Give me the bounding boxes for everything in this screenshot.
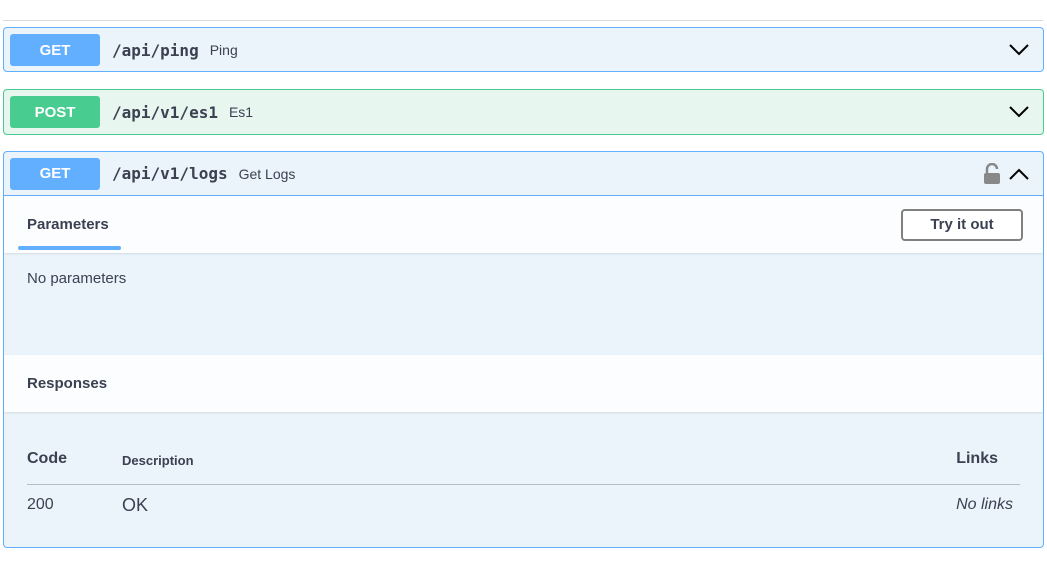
chevron-down-icon[interactable]	[1009, 106, 1029, 118]
operation-path: /api/ping	[112, 40, 199, 60]
parameters-body: No parameters	[4, 253, 1043, 355]
operation-summary: Es1	[228, 104, 254, 120]
unlock-icon[interactable]	[983, 162, 1001, 185]
tab-parameters[interactable]: Parameters	[27, 216, 109, 233]
response-description: OK	[122, 494, 149, 515]
chevron-up-icon[interactable]	[1009, 168, 1029, 180]
response-links: No links	[956, 496, 1013, 513]
active-tab-indicator	[18, 246, 121, 250]
method-badge: GET	[10, 34, 100, 66]
operation-summary: Get Logs	[238, 165, 296, 182]
method-badge: GET	[10, 157, 100, 190]
operation-path: /api/v1/logs	[112, 164, 228, 183]
header-links: Links	[956, 450, 998, 467]
divider	[3, 20, 1043, 21]
header-code: Code	[27, 450, 67, 467]
parameters-header: Parameters Try it out	[4, 196, 1043, 253]
operation-summary-bar[interactable]: GET /api/v1/logs Get Logs	[4, 152, 1043, 196]
response-code: 200	[27, 496, 54, 513]
operation-get-ping[interactable]: GET /api/ping Ping	[3, 27, 1044, 72]
operation-summary: Ping	[209, 42, 238, 58]
responses-table: Code Description Links 200 OK No links	[4, 412, 1043, 525]
table-row: 200 OK No links	[27, 485, 1020, 525]
no-parameters-text: No parameters	[27, 270, 127, 287]
try-it-out-button[interactable]: Try it out	[901, 208, 1023, 241]
tag-heading[interactable]: default	[14, 0, 93, 6]
responses-table-header: Code Description Links	[27, 446, 1020, 485]
operation-post-es1[interactable]: POST /api/v1/es1 Es1	[3, 89, 1044, 135]
chevron-down-icon[interactable]	[1009, 44, 1029, 56]
operation-path: /api/v1/es1	[112, 102, 218, 122]
header-description: Description	[122, 453, 194, 468]
operation-get-logs: GET /api/v1/logs Get Logs Parameters Try…	[3, 151, 1044, 548]
responses-header: Responses	[4, 355, 1043, 412]
method-badge: POST	[10, 96, 100, 128]
responses-title: Responses	[27, 375, 108, 392]
